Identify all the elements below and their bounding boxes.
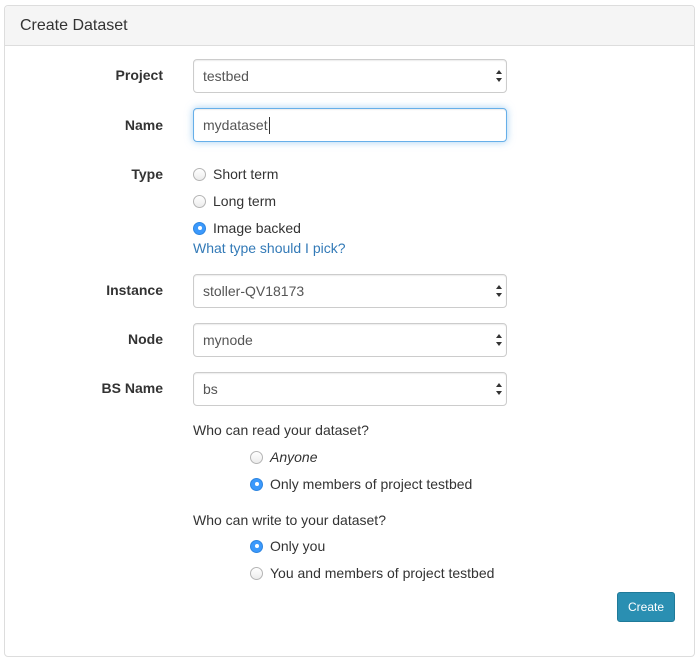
- type-option-label: Long term: [213, 193, 277, 209]
- create-button[interactable]: Create: [617, 592, 675, 622]
- bs-name-select[interactable]: bs: [193, 372, 507, 406]
- read-option-label: Only members of project testbed: [270, 476, 473, 492]
- write-access-question: Who can write to your dataset?: [193, 512, 386, 528]
- bs-name-select-value: bs: [203, 381, 218, 397]
- type-option-image-backed[interactable]: Image backed: [193, 218, 301, 238]
- instance-select[interactable]: stoller-QV18173: [193, 274, 507, 308]
- node-label: Node: [128, 331, 163, 347]
- select-arrows-icon: [496, 334, 502, 346]
- write-option-label: Only you: [270, 538, 326, 554]
- radio-button[interactable]: [250, 566, 263, 580]
- read-option-anyone[interactable]: Anyone: [250, 447, 317, 467]
- radio-button[interactable]: [193, 167, 206, 181]
- name-input[interactable]: mydataset: [193, 108, 507, 142]
- panel-title: Create Dataset: [5, 6, 694, 46]
- type-label: Type: [131, 166, 163, 182]
- project-select[interactable]: testbed: [193, 59, 507, 93]
- read-option-label: Anyone: [270, 449, 318, 465]
- read-option-project-members[interactable]: Only members of project testbed: [250, 474, 472, 494]
- select-arrows-icon: [496, 285, 502, 297]
- radio-button-checked[interactable]: [250, 477, 263, 491]
- instance-select-value: stoller-QV18173: [203, 283, 305, 299]
- type-option-label: Short term: [213, 166, 279, 182]
- instance-label: Instance: [106, 282, 163, 298]
- project-select-value: testbed: [203, 68, 249, 84]
- write-option-you-and-members[interactable]: You and members of project testbed: [250, 563, 494, 583]
- node-select-value: mynode: [203, 332, 253, 348]
- project-label: Project: [115, 67, 163, 83]
- type-option-label: Image backed: [213, 220, 301, 236]
- type-option-long-term[interactable]: Long term: [193, 191, 276, 211]
- name-label: Name: [124, 117, 163, 133]
- radio-button[interactable]: [250, 450, 263, 464]
- select-arrows-icon: [496, 383, 502, 395]
- write-option-label: You and members of project testbed: [270, 565, 495, 581]
- read-access-question: Who can read your dataset?: [193, 422, 369, 438]
- radio-button-checked[interactable]: [193, 221, 206, 235]
- node-select[interactable]: mynode: [193, 323, 507, 357]
- bs-name-label: BS Name: [101, 380, 163, 396]
- type-option-short-term[interactable]: Short term: [193, 164, 278, 184]
- select-arrows-icon: [496, 70, 502, 82]
- radio-button-checked[interactable]: [250, 539, 263, 553]
- type-help-link[interactable]: What type should I pick?: [193, 240, 346, 256]
- radio-button[interactable]: [193, 194, 206, 208]
- text-caret: [268, 116, 270, 134]
- name-input-value: mydataset: [203, 117, 268, 133]
- write-option-only-you[interactable]: Only you: [250, 536, 325, 556]
